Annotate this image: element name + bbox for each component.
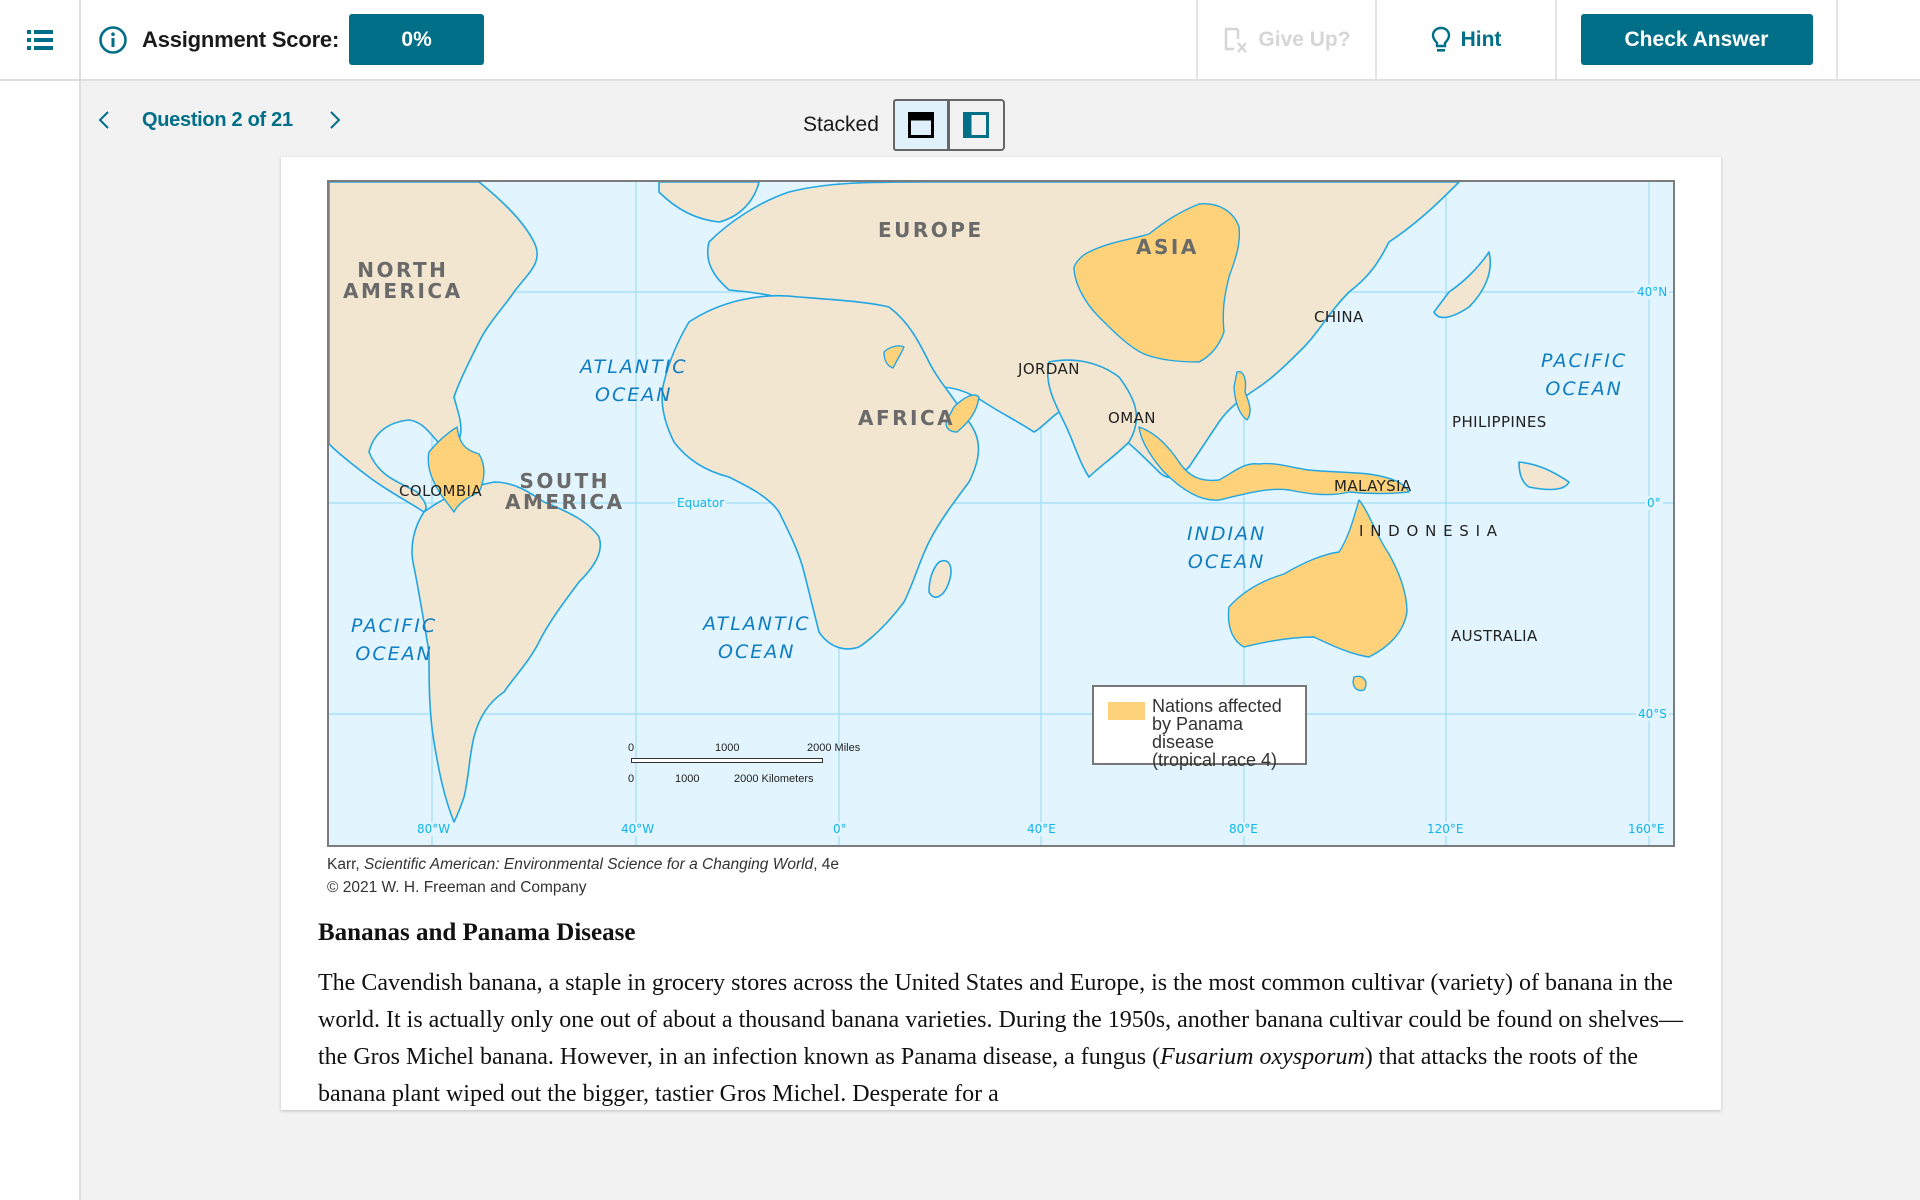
- give-up-icon: [1225, 27, 1248, 53]
- score-value: 0%: [349, 14, 485, 65]
- label-pacific-ocean-west: PACIFIC OCEAN: [1541, 350, 1628, 400]
- scale-km-0: 0: [628, 773, 635, 785]
- label-lat-40s: 40°S: [1636, 707, 1669, 721]
- credit-author: Karr,: [327, 856, 365, 873]
- figure-credit: Karr, Scientific American: Environmental…: [327, 853, 839, 899]
- label-north-america: NORTH AMERICA: [343, 258, 463, 303]
- stacked-layout-icon: [907, 112, 934, 138]
- check-answer-cell: Check Answer: [1555, 0, 1838, 79]
- label-lon-0: 0°: [831, 822, 849, 836]
- label-lon-160e: 160°E: [1626, 822, 1667, 836]
- chevron-left-icon: [98, 111, 109, 129]
- landmass-south-america: [411, 481, 601, 823]
- credit-copyright: © 2021 W. H. Freeman and Company: [327, 879, 587, 896]
- give-up-button[interactable]: Give Up?: [1196, 0, 1375, 79]
- check-answer-button[interactable]: Check Answer: [1580, 14, 1813, 65]
- label-lat-0: 0°: [1645, 496, 1663, 510]
- scale-miles-0: 0: [628, 742, 635, 754]
- label-atlantic-ocean-south: ATLANTIC OCEAN: [703, 613, 811, 663]
- hint-label: Hint: [1460, 27, 1502, 51]
- map-legend: Nations affected by Panama disease (trop…: [1092, 685, 1307, 769]
- label-lon-120e: 120°E: [1425, 822, 1466, 836]
- landmass-madagascar: [928, 560, 952, 598]
- label-lon-40e: 40°E: [1025, 822, 1058, 836]
- label-oman: OMAN: [1108, 409, 1156, 427]
- assignment-score: Assignment Score: 0%: [81, 0, 1196, 79]
- question-navigation: Question 2 of 21: [92, 100, 347, 140]
- question-counter[interactable]: Question 2 of 21: [142, 109, 293, 132]
- label-philippines: PHILIPPINES: [1452, 413, 1547, 431]
- label-malaysia: MALAYSIA: [1334, 477, 1412, 495]
- side-by-side-layout-button[interactable]: [948, 99, 1005, 151]
- layout-toggle: Stacked: [803, 99, 1005, 151]
- side-by-side-layout-icon: [963, 112, 990, 138]
- scale-km-2000: 2000 Kilometers: [734, 773, 814, 785]
- label-colombia: COLOMBIA: [399, 482, 483, 500]
- top-bar: Assignment Score: 0% Give Up? Hint Check…: [0, 0, 1920, 81]
- affected-tasmania: [1352, 675, 1367, 692]
- landmass-japan: [1433, 251, 1492, 319]
- score-label: Assignment Score:: [142, 26, 340, 52]
- map-scale-bar: 0 1000 2000 Miles 0 1000 2000 Kilometers: [628, 742, 871, 802]
- label-equator: Equator: [675, 496, 727, 510]
- next-question-button[interactable]: [323, 108, 347, 132]
- article-body: The Cavendish banana, a staple in grocer…: [318, 965, 1698, 1110]
- scale-km-1000: 1000: [675, 773, 700, 785]
- scale-miles-2000: 2000 Miles: [807, 742, 861, 754]
- chevron-right-icon: [330, 111, 341, 129]
- label-indian-ocean: INDIAN OCEAN: [1187, 523, 1267, 573]
- article-title: Bananas and Panama Disease: [318, 919, 636, 946]
- label-china: CHINA: [1314, 308, 1364, 326]
- article-text-italic: Fusarium oxysporum: [1160, 1044, 1365, 1070]
- previous-question-button[interactable]: [92, 108, 116, 132]
- label-indonesia: I N D O N E S I A: [1359, 522, 1499, 540]
- question-content-card: NORTH AMERICA SOUTH AMERICA EUROPE ASIA …: [281, 157, 1721, 1110]
- lightbulb-icon: [1431, 26, 1450, 52]
- label-lat-40n: 40°N: [1635, 285, 1670, 299]
- list-icon: [26, 29, 53, 50]
- scale-bar: [631, 758, 823, 763]
- scale-miles-1000: 1000: [715, 742, 740, 754]
- left-sidebar: [0, 81, 81, 1200]
- label-europe: EUROPE: [878, 218, 984, 242]
- info-icon[interactable]: [98, 25, 128, 55]
- label-lon-80w: 80°W: [415, 822, 453, 836]
- landmass-papua-new-guinea: [1518, 461, 1570, 491]
- label-africa: AFRICA: [858, 406, 956, 430]
- give-up-label: Give Up?: [1258, 27, 1351, 51]
- label-lon-40w: 40°W: [619, 822, 657, 836]
- credit-book: Scientific American: Environmental Scien…: [364, 856, 814, 873]
- label-south-america: SOUTH AMERICA: [505, 469, 625, 514]
- menu-button[interactable]: [0, 0, 81, 79]
- credit-edition: , 4e: [813, 856, 840, 873]
- stacked-layout-button[interactable]: [892, 99, 949, 151]
- world-map-panama-disease: NORTH AMERICA SOUTH AMERICA EUROPE ASIA …: [327, 180, 1675, 847]
- label-atlantic-ocean-north: ATLANTIC OCEAN: [580, 356, 688, 406]
- legend-swatch-affected: [1108, 702, 1145, 720]
- layout-label: Stacked: [803, 113, 879, 136]
- label-jordan: JORDAN: [1018, 360, 1080, 378]
- label-pacific-ocean-east: PACIFIC OCEAN: [351, 615, 438, 665]
- hint-button[interactable]: Hint: [1375, 0, 1555, 79]
- label-lon-80e: 80°E: [1227, 822, 1260, 836]
- label-australia: AUSTRALIA: [1451, 627, 1538, 645]
- label-asia: ASIA: [1136, 235, 1199, 259]
- legend-text: Nations affected by Panama disease (trop…: [1152, 696, 1282, 770]
